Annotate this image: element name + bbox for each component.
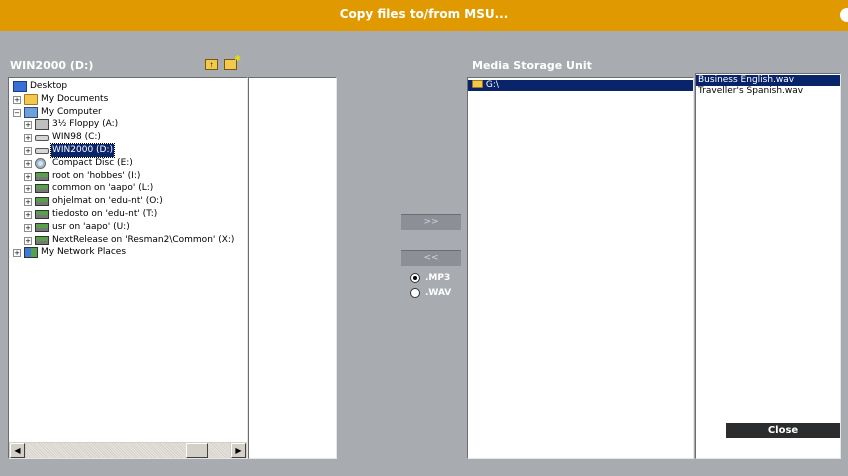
tree-item[interactable]: + common on 'aapo' (L:)	[9, 182, 247, 195]
left-drive-label: WIN2000 (D:)	[10, 59, 94, 72]
window-corner-button[interactable]	[840, 8, 848, 22]
format-label: .MP3	[425, 273, 451, 283]
tree-item-label: My Documents	[41, 93, 109, 104]
new-folder-icon[interactable]	[224, 54, 241, 70]
title-bar: Copy files to/from MSU...	[0, 0, 848, 31]
msu-folder-item[interactable]: G:\	[468, 80, 693, 91]
tree-item[interactable]: + WIN98 (C:)	[9, 131, 247, 144]
msu-folder-label: G:\	[485, 80, 499, 90]
tree-item-label: ohjelmat on 'edu-nt' (O:)	[52, 196, 163, 207]
network-drive-icon	[35, 171, 49, 181]
tree-item-label: NextRelease on 'Resman2\Common' (X:)	[52, 234, 235, 245]
expand-icon[interactable]: +	[13, 95, 21, 104]
tree-item[interactable]: − My Computer	[9, 106, 247, 119]
expand-icon[interactable]: +	[24, 210, 32, 219]
expand-icon[interactable]: +	[24, 236, 32, 245]
copy-to-msu-button[interactable]: >>	[401, 214, 461, 230]
tree-item-label: 3½ Floppy (A:)	[52, 119, 119, 130]
scroll-left-icon[interactable]: ◀	[10, 443, 25, 458]
tree-item-label: Desktop	[30, 81, 68, 91]
horizontal-scrollbar[interactable]: ◀ ▶	[9, 441, 247, 458]
folder-icon	[24, 93, 38, 105]
tree-item[interactable]: + ohjelmat on 'edu-nt' (O:)	[9, 195, 247, 208]
tree-item[interactable]: + Compact Disc (E:)	[9, 157, 247, 170]
local-file-list[interactable]	[248, 77, 337, 459]
tree-item-label: tiedosto on 'edu-nt' (T:)	[52, 208, 158, 219]
cd-icon	[35, 157, 46, 169]
scrollbar-thumb[interactable]	[186, 443, 208, 458]
desktop-icon	[13, 81, 27, 92]
tree-item[interactable]: +3½ Floppy (A:)	[9, 118, 247, 131]
folder-tree-pane[interactable]: Desktop + My Documents − My Computer +3½ Flop…	[8, 77, 248, 459]
format-label: .WAV	[425, 288, 452, 298]
network-drive-icon	[35, 235, 49, 245]
tree-item[interactable]: + usr on 'aapo' (U:)	[9, 221, 247, 234]
network-drive-icon	[35, 197, 49, 207]
tree-item-label: My Network Places	[41, 247, 127, 258]
network-drive-icon	[35, 184, 49, 194]
tree-item-label: usr on 'aapo' (U:)	[52, 221, 130, 232]
drive-icon	[35, 135, 49, 142]
tree-item-label: WIN2000 (D:)	[49, 143, 116, 158]
tree-item[interactable]: + tiedosto on 'edu-nt' (T:)	[9, 208, 247, 221]
expand-icon[interactable]: +	[24, 198, 32, 207]
collapse-icon[interactable]: −	[13, 108, 21, 117]
tree-item[interactable]: + My Documents	[9, 93, 247, 106]
tree-item-label: root on 'hobbes' (I:)	[52, 170, 141, 181]
expand-icon[interactable]: +	[13, 249, 21, 258]
computer-icon	[24, 106, 38, 118]
msu-title: Media Storage Unit	[472, 59, 592, 72]
network-drive-icon	[35, 209, 49, 219]
msu-folder-pane[interactable]: G:\	[467, 77, 694, 459]
expand-icon[interactable]: +	[24, 146, 32, 155]
floppy-icon	[35, 119, 49, 131]
msu-file-list[interactable]: Business English.wav Traveller's Spanish…	[695, 73, 841, 459]
folder-open-icon	[472, 80, 483, 88]
expand-icon[interactable]: +	[24, 223, 32, 232]
window-title: Copy files to/from MSU...	[339, 7, 509, 21]
dialog-body: WIN2000 (D:) ↑ Desktop + My Documents − My C…	[0, 31, 848, 476]
list-item[interactable]: Business English.wav	[696, 75, 840, 86]
tree-item[interactable]: Desktop	[9, 80, 247, 93]
tree-item-label: My Computer	[41, 106, 102, 117]
tree-item[interactable]: + NextRelease on 'Resman2\Common' (X:)	[9, 234, 247, 247]
tree-item-label: WIN98 (C:)	[52, 132, 101, 143]
network-drive-icon	[35, 222, 49, 232]
tree-item[interactable]: + My Network Places	[9, 246, 247, 259]
expand-icon[interactable]: +	[24, 134, 32, 143]
expand-icon[interactable]: +	[24, 185, 32, 194]
drive-icon	[35, 147, 49, 154]
expand-icon[interactable]: +	[24, 121, 32, 130]
expand-icon[interactable]: +	[24, 159, 32, 168]
folder-up-icon[interactable]: ↑	[205, 59, 218, 70]
scroll-right-icon[interactable]: ▶	[231, 443, 246, 458]
folder-tree: Desktop + My Documents − My Computer +3½ Flop…	[9, 78, 247, 440]
tree-item[interactable]: + WIN2000 (D:)	[9, 143, 247, 158]
tree-item-label: Compact Disc (E:)	[52, 157, 133, 168]
list-item[interactable]: Traveller's Spanish.wav	[696, 86, 840, 97]
close-button[interactable]: Close	[726, 423, 840, 438]
network-places-icon	[24, 247, 38, 259]
radio-button[interactable]	[410, 288, 420, 298]
expand-icon[interactable]: +	[24, 172, 32, 181]
tree-item-label: common on 'aapo' (L:)	[52, 183, 154, 194]
radio-button[interactable]	[410, 273, 420, 283]
tree-item[interactable]: + root on 'hobbes' (I:)	[9, 170, 247, 183]
copy-from-msu-button[interactable]: <<	[401, 250, 461, 266]
